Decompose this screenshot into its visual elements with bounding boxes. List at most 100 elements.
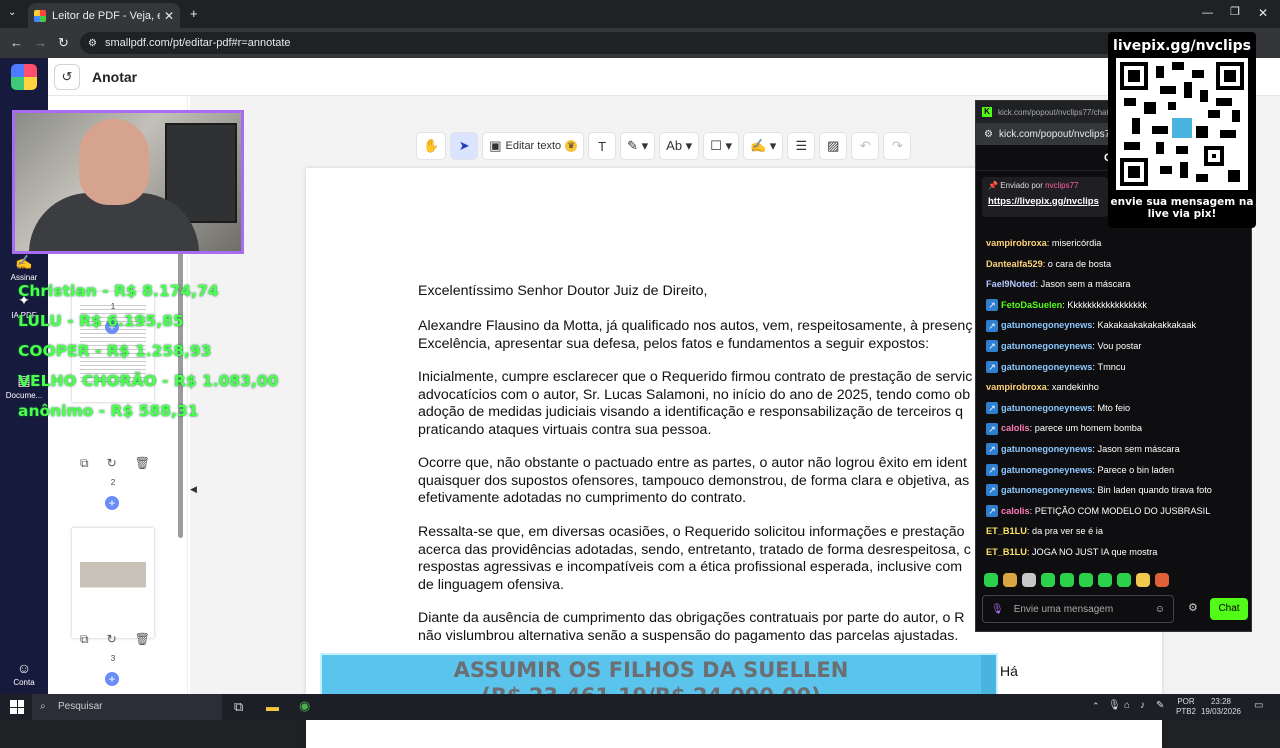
pinned-by: 📌 Enviado por nvclips77 — [988, 181, 1102, 190]
pen-tray-icon[interactable]: ✎ — [1156, 701, 1164, 711]
redo-button[interactable]: ↷ — [883, 132, 912, 160]
select-tool-button[interactable]: ➤ — [450, 132, 479, 160]
donor-entry: anônimo - R$ 588,31 — [18, 402, 199, 420]
chat-username[interactable]: calolis — [1001, 501, 1030, 522]
chat-send-button[interactable]: Chat — [1210, 598, 1248, 620]
chat-message-input[interactable]: 🎙 Envie uma mensagem ☺ — [982, 595, 1174, 623]
shape-tool-button[interactable]: ☐ ▾ — [703, 132, 739, 160]
chat-username[interactable]: Dantealfa529 — [986, 254, 1043, 275]
hand-tool-button[interactable]: ✋ — [416, 132, 447, 160]
chat-username[interactable]: gatunonegoneynews — [1001, 315, 1092, 336]
page-thumbnail-3[interactable] — [72, 528, 154, 638]
chat-username[interactable]: gatunonegoneynews — [1001, 439, 1092, 460]
windows-start-icon[interactable] — [10, 700, 24, 714]
browser-tab[interactable]: Leitor de PDF - Veja, edite e co ✕ — [28, 3, 180, 28]
chat-message: ET_B1LU: da pra ver se é ia — [986, 521, 1248, 542]
back-icon[interactable]: ← — [10, 36, 23, 49]
language-indicator[interactable]: POR PTB2 — [1172, 697, 1200, 717]
maximize-icon[interactable]: ❐ — [1230, 7, 1240, 18]
chat-username[interactable]: gatunonegoneynews — [1001, 336, 1092, 357]
emote-icon[interactable] — [1022, 573, 1036, 587]
chat-username[interactable]: ET_B1LU — [986, 521, 1027, 542]
page-scrollbar[interactable] — [1268, 118, 1276, 748]
chat-message-text: Jason sem a máscara — [1040, 279, 1131, 290]
pinned-link[interactable]: https://livepix.gg/nvclips — [988, 196, 1102, 207]
close-tab-icon[interactable]: ✕ — [164, 9, 174, 23]
chat-username[interactable]: gatunonegoneynews — [1001, 398, 1092, 419]
kick-logo-icon: K — [982, 107, 992, 117]
chat-username[interactable]: Fael9Noted — [986, 274, 1036, 295]
forward-icon[interactable]: → — [34, 36, 47, 49]
annotate-toolbar: ✋ ➤ ▣ Editar texto ♛ T ✎ ▾ Ab ▾ ☐ ▾ ✍ ▾ … — [416, 132, 912, 160]
chat-message-text: Kkkkkkkkkkkkkkkkk — [1067, 299, 1148, 310]
chat-settings-icon[interactable]: ⚙ — [1188, 601, 1198, 614]
user-badge-icon: ↗ — [986, 319, 998, 332]
emote-icon[interactable] — [1098, 573, 1112, 587]
taskbar-search[interactable]: ⌕ Pesquisar — [32, 694, 222, 720]
file-explorer-icon[interactable]: ▬ — [266, 700, 279, 713]
image-tool-button[interactable]: ▨ — [819, 132, 848, 160]
undo-back-button[interactable]: ↺ — [54, 63, 80, 90]
text-tool-button[interactable]: T — [588, 132, 617, 160]
duplicate-icon[interactable]: ⧉ — [80, 632, 89, 647]
pen-tool-button[interactable]: ✎ ▾ — [620, 132, 656, 160]
emote-icon[interactable] — [984, 573, 998, 587]
add-page-icon[interactable]: + — [105, 496, 119, 510]
chat-username[interactable]: vampirobroxa — [986, 233, 1047, 254]
notifications-icon[interactable]: ▭ — [1254, 701, 1263, 711]
rotate-icon[interactable]: ↻ — [107, 456, 117, 471]
emote-icon[interactable] — [1117, 573, 1131, 587]
page-title: Anotar — [92, 68, 138, 85]
minimize-icon[interactable]: — — [1202, 8, 1213, 19]
duplicate-icon[interactable]: ⧉ — [80, 456, 89, 471]
chat-username[interactable]: gatunonegoneynews — [1001, 460, 1092, 481]
emoji-icon[interactable]: ☺ — [1155, 604, 1165, 615]
emote-icon[interactable] — [1155, 573, 1169, 587]
emote-icon[interactable] — [1041, 573, 1055, 587]
sign-tool-button[interactable]: ✍ ▾ — [743, 132, 784, 160]
tray-expand-icon[interactable]: ⌃ — [1092, 702, 1100, 711]
emote-icon[interactable] — [1003, 573, 1017, 587]
donor-entry: LULU - R$ 6.195,85 — [18, 312, 184, 330]
clock[interactable]: 23:28 19/03/2026 — [1198, 697, 1244, 717]
emote-icon[interactable] — [1079, 573, 1093, 587]
site-info-icon[interactable]: ⚙ — [88, 38, 97, 49]
lang-line2: PTB2 — [1175, 707, 1196, 716]
emote-icon[interactable] — [1136, 573, 1150, 587]
highlight-tool-button[interactable]: Ab ▾ — [659, 132, 700, 160]
smallpdf-logo[interactable] — [11, 64, 37, 90]
site-info-icon[interactable]: ⚙ — [984, 129, 993, 140]
task-view-icon[interactable]: ⧉ — [234, 700, 243, 713]
volume-icon[interactable]: ♪ — [1140, 701, 1145, 711]
network-icon[interactable]: ⌂ — [1124, 701, 1130, 711]
chrome-icon[interactable]: ◉ — [299, 699, 310, 712]
chat-username[interactable]: gatunonegoneynews — [1001, 480, 1092, 501]
microphone-icon[interactable]: 🎙 — [991, 604, 1004, 615]
edit-text-button[interactable]: ▣ Editar texto ♛ — [482, 132, 585, 160]
nav-conta[interactable]: ☺ Conta — [0, 660, 48, 687]
crown-icon: ♛ — [565, 140, 578, 152]
rotate-icon[interactable]: ↻ — [107, 632, 117, 647]
doc-tail-text: Há — [1000, 663, 1018, 679]
undo-button[interactable]: ↶ — [851, 132, 880, 160]
emote-icon[interactable] — [1060, 573, 1074, 587]
close-window-icon[interactable]: ✕ — [1258, 7, 1268, 19]
chat-username[interactable]: vampirobroxa — [986, 377, 1047, 398]
microphone-tray-icon[interactable]: 🎙 — [1108, 701, 1121, 711]
delete-icon[interactable]: 🗑 — [135, 632, 150, 647]
chat-username[interactable]: ET_B1LU — [986, 542, 1027, 563]
more-tools-button[interactable]: ☰ — [787, 132, 816, 160]
chat-message: ↗ gatunonegoneynews: Vou postar — [986, 336, 1248, 357]
delete-icon[interactable]: 🗑 — [135, 456, 150, 471]
reload-icon[interactable]: ↻ — [58, 36, 69, 49]
add-page-icon[interactable]: + — [105, 672, 119, 686]
chat-username[interactable]: gatunonegoneynews — [1001, 357, 1092, 378]
user-badge-icon: ↗ — [986, 505, 998, 518]
chat-username[interactable]: FetoDaSuelen — [1001, 295, 1062, 316]
omnibox[interactable]: ⚙ smallpdf.com/pt/editar-pdf#r=annotate — [80, 32, 1120, 54]
qr-code-graphic — [1120, 62, 1244, 186]
chat-username[interactable]: calolis — [1001, 418, 1030, 439]
collapse-panel-icon[interactable]: ◀ — [190, 484, 197, 495]
new-tab-icon[interactable]: + — [190, 7, 198, 20]
tab-search-icon[interactable]: ⌄ — [8, 8, 16, 18]
